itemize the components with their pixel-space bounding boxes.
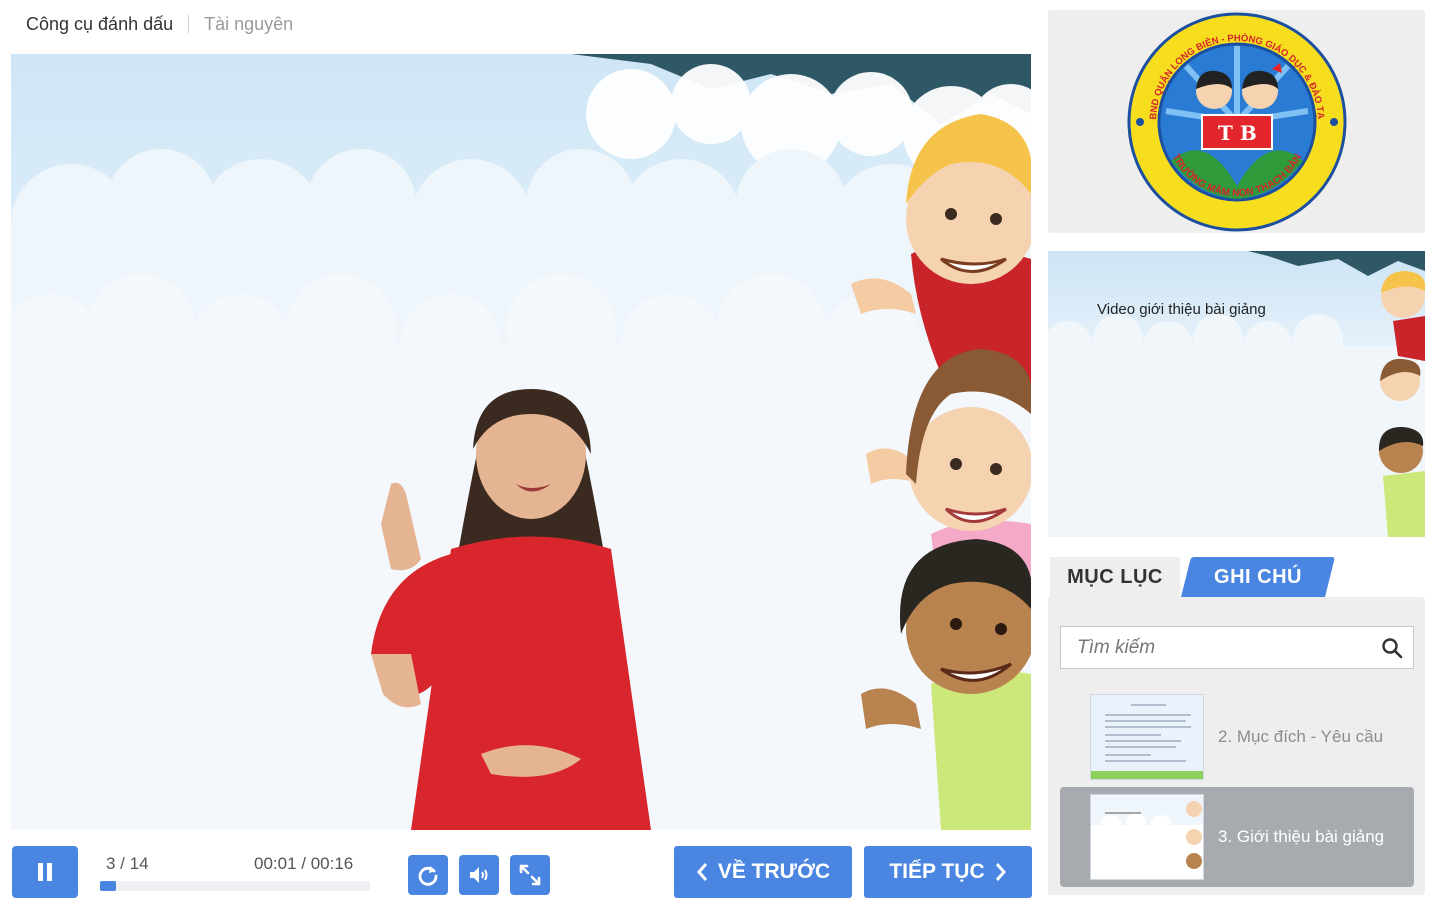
slide-thumbnail-image bbox=[1091, 795, 1203, 879]
fullscreen-button[interactable] bbox=[510, 855, 550, 895]
previous-button[interactable]: VỀ TRƯỚC bbox=[674, 846, 852, 898]
pause-icon bbox=[38, 863, 52, 881]
preview-background bbox=[1048, 251, 1425, 537]
video-frame bbox=[11, 54, 1031, 830]
chevron-right-icon bbox=[995, 863, 1006, 881]
volume-icon bbox=[470, 867, 488, 883]
replay-button[interactable] bbox=[408, 855, 448, 895]
tab-table-of-contents[interactable]: MỤC LỤC bbox=[1050, 557, 1180, 597]
outline-item-label: 2. Mục đích - Yêu cầu bbox=[1218, 727, 1384, 746]
outline-item-label: 3. Giới thiệu bài giảng bbox=[1218, 827, 1385, 846]
preview-title: Video giới thiệu bài giảng bbox=[1097, 301, 1266, 318]
progress-bar[interactable] bbox=[100, 881, 370, 891]
next-button[interactable]: TIẾP TỤC bbox=[864, 846, 1032, 898]
search-input[interactable] bbox=[1077, 636, 1381, 659]
slide-counter: 3 / 14 bbox=[106, 854, 149, 873]
chevron-left-icon bbox=[696, 863, 707, 881]
slide-thumbnail-image bbox=[1091, 695, 1203, 779]
school-logo: T B UBND QUẬN LONG BIÊN - PHÒNG GIÁO DỤC… bbox=[1126, 11, 1346, 231]
time-display: 00:01 / 00:16 bbox=[254, 854, 354, 873]
outline-panel: 2. Mục đích - Yêu cầu 3. Giới thiệu bài … bbox=[1048, 597, 1425, 895]
video-stage[interactable] bbox=[11, 54, 1031, 830]
tab-markup-tool[interactable]: Công cụ đánh dấu bbox=[26, 14, 173, 35]
search-box bbox=[1060, 626, 1414, 669]
next-button-label: TIẾP TỤC bbox=[889, 860, 985, 883]
search-icon[interactable] bbox=[1381, 637, 1403, 659]
previous-button-label: VỀ TRƯỚC bbox=[717, 860, 831, 883]
logo-letters: T B bbox=[1218, 121, 1257, 145]
top-tabs: Công cụ đánh dấu Tài nguyên bbox=[26, 10, 293, 38]
slide-thumbnail bbox=[1090, 694, 1204, 780]
slide-thumbnail bbox=[1090, 794, 1204, 880]
outline-item-purpose[interactable]: 2. Mục đích - Yêu cầu bbox=[1060, 687, 1414, 787]
tab-resources[interactable]: Tài nguyên bbox=[204, 14, 293, 35]
progress-fill bbox=[100, 881, 117, 891]
school-logo-panel: T B UBND QUẬN LONG BIÊN - PHÒNG GIÁO DỤC… bbox=[1048, 10, 1425, 233]
slide-preview: Video giới thiệu bài giảng bbox=[1048, 251, 1425, 537]
volume-button[interactable] bbox=[459, 855, 499, 895]
outline-item-introduction[interactable]: 3. Giới thiệu bài giảng bbox=[1060, 787, 1414, 887]
pause-button[interactable] bbox=[12, 846, 78, 898]
replay-icon bbox=[418, 866, 438, 886]
tab-notes[interactable]: GHI CHÚ bbox=[1186, 557, 1330, 597]
expand-icon bbox=[519, 864, 541, 886]
tab-divider bbox=[188, 15, 190, 33]
